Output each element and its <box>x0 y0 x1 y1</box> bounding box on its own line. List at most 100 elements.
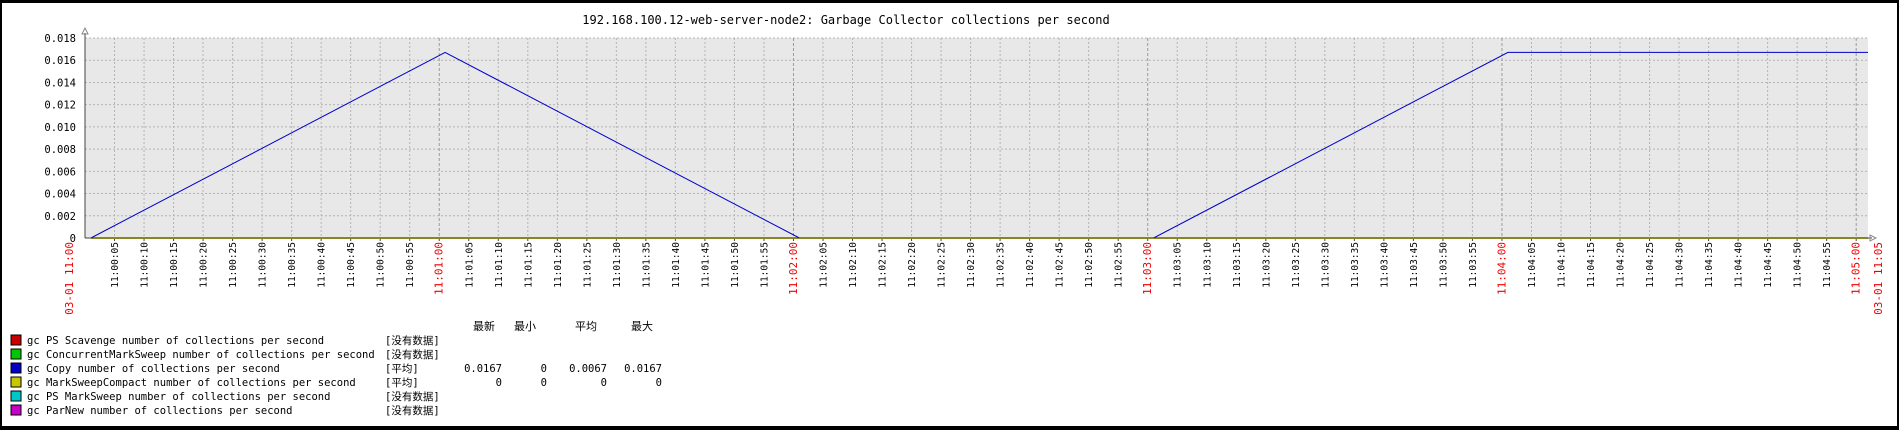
x-tick-label: 11:02:55 <box>1114 242 1125 288</box>
x-tick-label: 11:03:50 <box>1438 242 1449 288</box>
legend-swatch <box>10 376 22 388</box>
x-tick-label: 11:02:30 <box>966 242 977 288</box>
x-tick-label: 11:02:20 <box>907 242 918 288</box>
legend-function: [平均] <box>385 377 419 389</box>
x-tick-label: 11:01:20 <box>553 242 564 288</box>
y-tick-label: 0.004 <box>44 189 76 201</box>
chart-title: 192.168.100.12-web-server-node2: Garbage… <box>582 13 1109 27</box>
x-start-label: 03-01 11:00 <box>63 242 76 315</box>
x-tick-label: 11:00:55 <box>405 242 416 288</box>
x-tick-label: 11:03:55 <box>1468 242 1479 288</box>
x-tick-label: 11:03:25 <box>1291 242 1302 288</box>
x-tick-label: 11:04:05 <box>1527 242 1538 288</box>
x-tick-label: 11:00:05 <box>110 242 121 288</box>
x-axis: 11:00:05 11:00:10 11:00:15 11:00:20 11:00:25… <box>63 238 1885 315</box>
x-end-label: 03-01 11:05 <box>1872 242 1885 315</box>
x-tick-label: 11:04:50 <box>1793 242 1804 288</box>
legend-name: gc ParNew number of collections per seco… <box>27 405 293 417</box>
x-tick-label: 11:02:15 <box>878 242 889 288</box>
x-tick-label: 11:02:25 <box>937 242 948 288</box>
legend-function: [平均] <box>385 363 419 375</box>
x-tick-label: 11:00:45 <box>346 242 357 288</box>
legend-header: 平均 <box>575 320 597 333</box>
legend-value: 0 <box>496 377 502 389</box>
legend-swatch <box>10 390 22 402</box>
legend-header: 最大 <box>631 319 653 333</box>
legend-function: [没有数据] <box>385 348 440 361</box>
x-tick-label: 11:04:20 <box>1616 242 1627 288</box>
x-tick-label: 11:04:55 <box>1822 242 1833 288</box>
x-tick-label: 11:01:50 <box>730 242 741 288</box>
y-tick-label: 0.018 <box>44 33 76 45</box>
legend-swatch <box>10 404 22 416</box>
y-axis: 0.018 0.016 0.014 0.012 0.010 0.008 0.006 0.004… <box>44 33 76 245</box>
plot-area <box>85 38 1868 238</box>
legend-name: gc PS Scavenge number of collections per… <box>27 335 324 347</box>
legend-value: 0 <box>601 377 607 389</box>
y-tick-label: 0.010 <box>44 122 76 134</box>
legend-name: gc Copy number of collections per second <box>27 363 280 375</box>
y-tick-label: 0.016 <box>44 55 76 67</box>
x-tick-label: 11:01:35 <box>641 242 652 288</box>
legend: 最新 最小 平均 最大 gc PS Scavenge number of collect… <box>10 319 662 417</box>
gc-chart: 192.168.100.12-web-server-node2: Garbage… <box>10 13 1885 417</box>
legend-function: [没有数据] <box>385 404 440 417</box>
x-tick-label: 11:04:00 <box>1495 242 1508 295</box>
x-tick-label: 11:00:30 <box>258 242 269 288</box>
legend-value: 0 <box>656 377 662 389</box>
legend-swatch <box>10 334 22 346</box>
x-tick-label: 11:03:10 <box>1202 242 1213 288</box>
x-tick-label: 11:03:15 <box>1232 242 1243 288</box>
x-tick-label: 11:01:05 <box>464 242 475 288</box>
legend-value: 0.0167 <box>624 363 662 375</box>
x-tick-label: 11:04:15 <box>1586 242 1597 288</box>
y-tick-label: 0.012 <box>44 100 76 112</box>
x-tick-label: 11:02:40 <box>1025 242 1036 288</box>
y-tick-label: 0.008 <box>44 144 76 156</box>
legend-swatch <box>10 348 22 360</box>
x-tick-label: 11:02:45 <box>1055 242 1066 288</box>
legend-value: 0.0167 <box>464 363 502 375</box>
x-tick-label: 11:00:35 <box>287 242 298 288</box>
x-tick-label: 11:02:10 <box>848 242 859 288</box>
legend-value: 0.0067 <box>569 363 607 375</box>
x-tick-label: 11:04:30 <box>1675 242 1686 288</box>
x-tick-label: 11:03:30 <box>1320 242 1331 288</box>
legend-swatch <box>10 362 22 374</box>
x-tick-label: 11:00:20 <box>199 242 210 288</box>
legend-name: gc ConcurrentMarkSweep number of collect… <box>27 349 375 361</box>
x-tick-label: 11:05:00 <box>1850 242 1863 295</box>
x-tick-label: 11:01:45 <box>700 242 711 288</box>
x-tick-label: 11:02:35 <box>996 242 1007 288</box>
legend-value: 0 <box>541 363 547 375</box>
x-tick-label: 11:00:50 <box>376 242 387 288</box>
x-tick-label: 11:04:25 <box>1645 242 1656 288</box>
x-tick-label: 11:01:00 <box>433 242 446 295</box>
x-tick-label: 11:03:35 <box>1350 242 1361 288</box>
x-tick-label: 11:04:10 <box>1556 242 1567 288</box>
x-tick-label: 11:01:30 <box>612 242 623 288</box>
x-tick-label: 11:04:40 <box>1734 242 1745 288</box>
x-tick-label: 11:00:10 <box>140 242 151 288</box>
x-tick-label: 11:04:35 <box>1704 242 1715 288</box>
legend-function: [没有数据] <box>385 334 440 347</box>
legend-name: gc PS MarkSweep number of collections pe… <box>27 391 330 403</box>
graph-frame: 192.168.100.12-web-server-node2: Garbage… <box>0 0 1899 430</box>
x-tick-label: 11:00:40 <box>317 242 328 288</box>
legend-value: 0 <box>541 377 547 389</box>
x-tick-label: 11:03:05 <box>1173 242 1184 288</box>
y-tick-label: 0.006 <box>44 166 76 178</box>
legend-header: 最新 <box>473 319 495 333</box>
x-tick-label: 11:03:20 <box>1261 242 1272 288</box>
x-tick-label: 11:01:55 <box>759 242 770 288</box>
x-tick-label: 11:02:00 <box>787 242 800 295</box>
x-tick-label: 11:03:40 <box>1379 242 1390 288</box>
y-tick-label: 0.014 <box>44 77 76 89</box>
y-tick-label: 0.002 <box>44 211 76 223</box>
x-tick-label: 11:02:05 <box>818 242 829 288</box>
x-tick-label: 11:01:40 <box>671 242 682 288</box>
legend-name: gc MarkSweepCompact number of collection… <box>27 377 356 389</box>
x-tick-label: 11:03:00 <box>1141 242 1154 295</box>
x-tick-label: 11:04:45 <box>1763 242 1774 288</box>
x-tick-label: 11:01:25 <box>582 242 593 288</box>
